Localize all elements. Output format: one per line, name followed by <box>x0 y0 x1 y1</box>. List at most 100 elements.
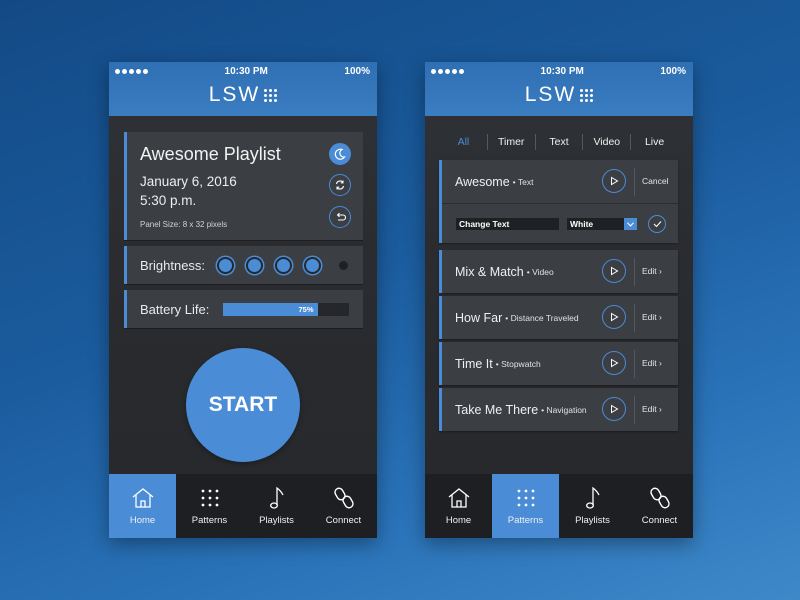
tab-patterns[interactable]: Patterns <box>176 474 243 538</box>
tab-label: Connect <box>325 515 362 526</box>
pattern-name: Awesome <box>455 174 510 189</box>
battery-fill: 75% <box>223 303 318 316</box>
tab-label: Home <box>129 515 156 526</box>
tab-playlists[interactable]: Playlists <box>243 474 310 538</box>
playlist-card[interactable]: Awesome Playlist January 6, 2016 5:30 p.… <box>124 132 363 240</box>
brightness-dot-on[interactable] <box>246 256 264 274</box>
edit-button[interactable]: Edit › <box>642 266 662 276</box>
pattern-card-awesome[interactable]: Awesome • Text Cancel White <box>439 160 678 243</box>
battery-label: Battery Life: <box>140 301 210 317</box>
pattern-card[interactable]: How Far • Distance Traveled Edit › <box>439 296 678 339</box>
brightness-dot-on[interactable] <box>304 256 322 274</box>
pattern-row: Awesome • Text Cancel <box>442 160 678 203</box>
edit-button[interactable]: Edit › <box>642 312 662 322</box>
home-screen: 10:30 PM 100% LSW Awesome Playlist Janua… <box>109 62 377 538</box>
brightness-card: Brightness: <box>124 246 363 284</box>
tab-patterns[interactable]: Patterns <box>492 474 559 538</box>
divider <box>634 168 635 196</box>
filter-all[interactable]: All <box>440 134 488 150</box>
pattern-row: Take Me There • Navigation Edit › <box>442 388 678 431</box>
tab-playlists[interactable]: Playlists <box>559 474 626 538</box>
color-select[interactable]: White <box>567 218 637 230</box>
patterns-screen: 10:30 PM 100% LSW All Timer Text Video L… <box>425 62 693 538</box>
brightness-selector[interactable] <box>217 256 349 274</box>
edit-button[interactable]: Edit › <box>642 358 662 368</box>
tab-label: Playlists <box>259 515 294 526</box>
edit-button[interactable]: Edit › <box>642 404 662 414</box>
brightness-dot-on[interactable] <box>217 256 235 274</box>
moon-icon <box>334 148 346 160</box>
status-bar: 10:30 PM 100% <box>425 62 693 80</box>
battery-card: Battery Life: 75% <box>124 290 363 328</box>
play-icon <box>611 358 619 368</box>
cancel-button[interactable]: Cancel <box>642 176 668 186</box>
chevron-down-icon <box>624 218 637 230</box>
filter-text[interactable]: Text <box>536 134 584 150</box>
playlist-time: 5:30 p.m. <box>140 193 197 208</box>
edit-row: White <box>442 203 678 243</box>
filter-live[interactable]: Live <box>631 134 678 150</box>
pattern-type: • Navigation <box>541 404 587 415</box>
status-battery: 100% <box>344 65 370 77</box>
tab-connect[interactable]: Connect <box>626 474 693 538</box>
brightness-dot-on[interactable] <box>275 256 293 274</box>
pattern-card[interactable]: Time It • Stopwatch Edit › <box>439 342 678 385</box>
play-button[interactable] <box>602 305 626 329</box>
app-logo: LSW <box>109 83 377 107</box>
logo-grid-icon <box>264 88 278 102</box>
divider <box>634 396 635 424</box>
music-note-icon <box>269 486 284 509</box>
sync-icon <box>335 180 345 190</box>
play-button[interactable] <box>602 397 626 421</box>
pattern-row: Mix & Match • Video Edit › <box>442 250 678 293</box>
filter-bar: All Timer Text Video Live <box>440 132 678 152</box>
signal-icon <box>115 68 148 74</box>
grid-icon <box>517 489 534 507</box>
tab-bar: Home Patterns Playlists Connect <box>109 474 377 538</box>
tab-label: Playlists <box>575 515 610 526</box>
tab-label: Patterns <box>507 515 544 526</box>
tab-home[interactable]: Home <box>109 474 176 538</box>
pattern-type: • Stopwatch <box>495 358 541 369</box>
play-icon <box>611 404 619 414</box>
home-icon <box>448 488 469 508</box>
tab-bar: Home Patterns Playlists Connect <box>425 474 693 538</box>
start-button[interactable]: START <box>186 348 300 462</box>
play-button[interactable] <box>602 259 626 283</box>
battery-percent: 75% <box>298 305 314 314</box>
pattern-type: • Video <box>526 266 554 277</box>
divider <box>634 304 635 332</box>
pattern-row: Time It • Stopwatch Edit › <box>442 342 678 385</box>
home-icon <box>132 488 153 508</box>
pattern-type: • Distance Traveled <box>505 312 579 323</box>
signal-icon <box>431 68 464 74</box>
divider <box>634 258 635 286</box>
pattern-card[interactable]: Take Me There • Navigation Edit › <box>439 388 678 431</box>
grid-icon <box>201 489 218 507</box>
logo-text: LSW <box>208 83 261 106</box>
change-text-input[interactable] <box>456 218 559 230</box>
tab-label: Home <box>445 515 472 526</box>
undo-button[interactable] <box>329 206 351 228</box>
filter-timer[interactable]: Timer <box>488 134 536 150</box>
status-time: 10:30 PM <box>224 65 268 77</box>
brightness-dot-off[interactable] <box>339 260 349 270</box>
confirm-button[interactable] <box>648 215 666 233</box>
filter-video[interactable]: Video <box>583 134 632 150</box>
status-bar: 10:30 PM 100% <box>109 62 377 80</box>
pattern-type: • Text <box>512 176 534 187</box>
battery-bar: 75% <box>223 303 349 316</box>
divider <box>634 350 635 378</box>
night-mode-button[interactable] <box>329 143 351 165</box>
tab-connect[interactable]: Connect <box>310 474 377 538</box>
color-value: White <box>570 219 594 229</box>
tab-home[interactable]: Home <box>425 474 492 538</box>
brightness-label: Brightness: <box>140 257 206 273</box>
logo-text: LSW <box>524 83 577 106</box>
play-button[interactable] <box>602 351 626 375</box>
tab-label: Patterns <box>191 515 228 526</box>
pattern-name: Time It <box>455 356 493 371</box>
sync-button[interactable] <box>329 174 351 196</box>
pattern-card[interactable]: Mix & Match • Video Edit › <box>439 250 678 293</box>
play-button[interactable] <box>602 169 626 193</box>
